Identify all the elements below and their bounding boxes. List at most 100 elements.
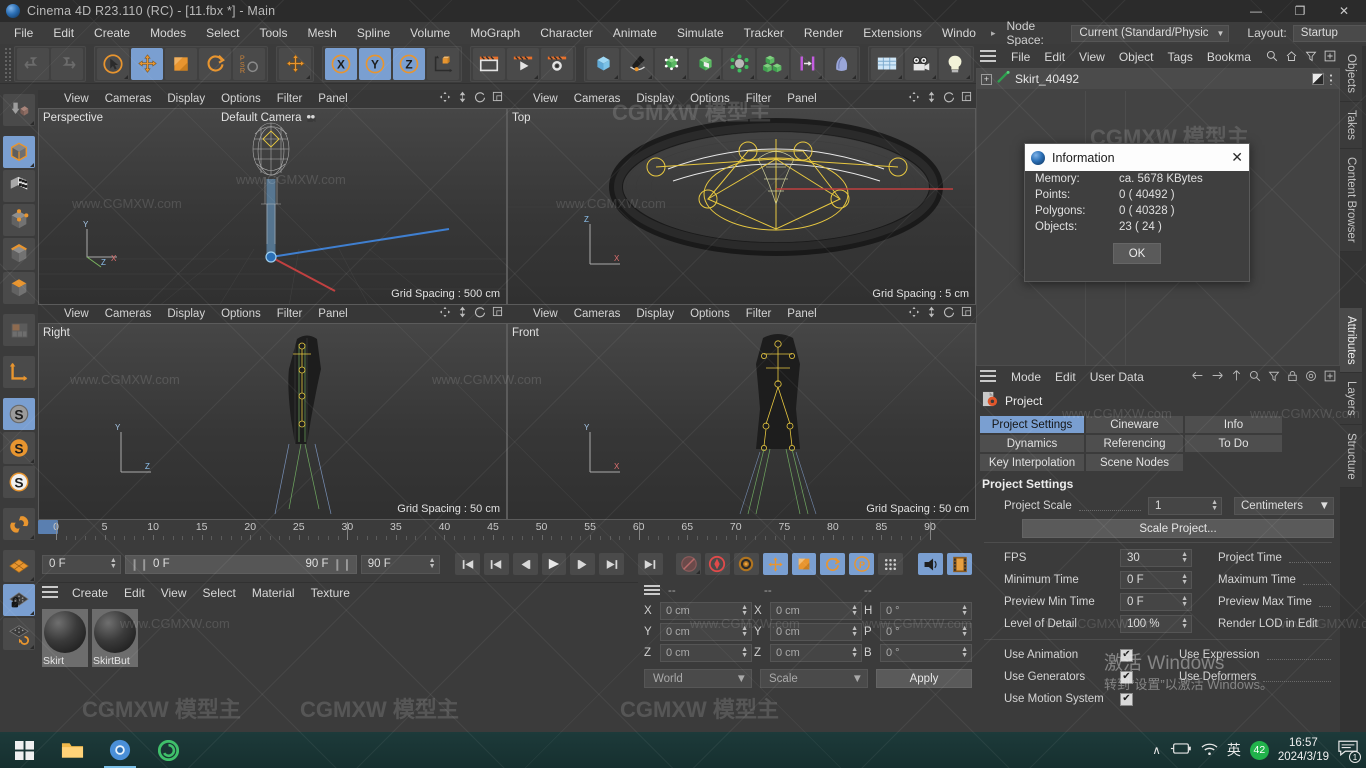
lock-x-button[interactable]: X bbox=[325, 47, 357, 80]
rotate-button[interactable] bbox=[199, 47, 231, 80]
tray-badge[interactable]: 42 bbox=[1249, 740, 1269, 760]
fps-field[interactable]: 30 ▲ ▼ bbox=[1120, 549, 1192, 567]
position-key-button[interactable] bbox=[762, 553, 788, 575]
vp-menu-panel[interactable]: Panel bbox=[310, 308, 355, 320]
hamburger-icon[interactable] bbox=[980, 370, 996, 384]
points-mode-button[interactable] bbox=[3, 204, 35, 236]
rotation-h-field[interactable]: 0 ° ▲ ▼ bbox=[880, 602, 972, 620]
scale-key-button[interactable] bbox=[791, 553, 817, 575]
workplane-align-button[interactable] bbox=[3, 618, 35, 650]
vp-menu-filter[interactable]: Filter bbox=[738, 93, 780, 105]
position-y-field[interactable]: 0 cm ▲ ▼ bbox=[660, 623, 752, 641]
vp-menu-filter[interactable]: Filter bbox=[738, 308, 780, 320]
step-back-button[interactable] bbox=[512, 553, 538, 575]
stepper-icon[interactable]: ▲ ▼ bbox=[961, 625, 968, 638]
model-mode-button[interactable] bbox=[3, 136, 35, 168]
object-menu-tags[interactable]: Tags bbox=[1161, 50, 1200, 64]
polygons-mode-button[interactable] bbox=[3, 272, 35, 304]
menu-item-select[interactable]: Select bbox=[196, 22, 249, 44]
add-deformer-button[interactable] bbox=[791, 47, 823, 80]
right-viewport[interactable]: View Cameras Display Options Filter Pane… bbox=[38, 305, 507, 520]
level-of-detail-field[interactable]: 100 % ▲ ▼ bbox=[1120, 615, 1192, 633]
render-settings-button[interactable] bbox=[541, 47, 573, 80]
parameter-key-button[interactable]: P bbox=[849, 553, 874, 575]
use-generators-checkbox[interactable]: ✔ bbox=[1120, 670, 1133, 684]
add-spline-button[interactable] bbox=[621, 47, 653, 80]
autokeying-button[interactable] bbox=[705, 553, 730, 575]
object-menu-object[interactable]: Object bbox=[1112, 50, 1161, 64]
stepper-icon[interactable]: ▲ ▼ bbox=[741, 604, 748, 617]
scale-button[interactable] bbox=[165, 47, 197, 80]
notification-icon[interactable]: 1 bbox=[1338, 740, 1361, 763]
timeline-range-bar[interactable]: ❙❙ 0 F 90 F ❙❙ bbox=[124, 554, 357, 574]
search-icon[interactable] bbox=[1249, 370, 1261, 385]
workplane-grid-button[interactable] bbox=[3, 550, 35, 582]
add-camera-button[interactable] bbox=[905, 47, 937, 80]
stepper-icon[interactable]: ▲ ▼ bbox=[851, 625, 858, 638]
viewport-camera-perspective[interactable]: Default Camera bbox=[221, 112, 317, 124]
axis-mode-button[interactable] bbox=[3, 356, 35, 388]
world-object-coord-button[interactable] bbox=[427, 47, 459, 80]
tab-key-interpolation[interactable]: Key Interpolation bbox=[980, 454, 1084, 471]
menu-item-window[interactable]: Windo bbox=[932, 22, 986, 44]
psr-button[interactable]: PSR bbox=[233, 47, 265, 80]
vp-menu-filter[interactable]: Filter bbox=[269, 93, 311, 105]
menu-item-create[interactable]: Create bbox=[84, 22, 140, 44]
size-x-field[interactable]: 0 cm ▲ ▼ bbox=[770, 602, 862, 620]
stepper-icon[interactable]: ▲ ▼ bbox=[1181, 551, 1188, 564]
material-item[interactable]: Skirt bbox=[42, 609, 88, 667]
apply-button[interactable]: Apply bbox=[876, 669, 972, 688]
vp-menu-display[interactable]: Display bbox=[159, 308, 213, 320]
material-menu-edit[interactable]: Edit bbox=[116, 586, 153, 600]
point-level-animation-button[interactable] bbox=[877, 553, 903, 575]
preview-min-time-field[interactable]: 0 F ▲ ▼ bbox=[1120, 593, 1192, 611]
tab-referencing[interactable]: Referencing bbox=[1086, 435, 1183, 452]
toolbar-drag-handle[interactable] bbox=[4, 46, 12, 81]
move-button[interactable] bbox=[131, 47, 163, 80]
vp-menu-view[interactable]: View bbox=[511, 308, 566, 320]
vp-menu-panel[interactable]: Panel bbox=[779, 93, 824, 105]
visibility-dots-icon[interactable] bbox=[1329, 73, 1333, 85]
tab-scene-nodes[interactable]: Scene Nodes bbox=[1086, 454, 1183, 471]
stepper-icon[interactable]: ▲ ▼ bbox=[851, 604, 858, 617]
coord-mode-select[interactable]: Scale ▼ bbox=[760, 669, 868, 688]
tab-dynamics[interactable]: Dynamics bbox=[980, 435, 1084, 452]
front-canvas[interactable]: Front Y X Grid Spacing: 50 cm bbox=[507, 323, 976, 520]
material-preview[interactable] bbox=[42, 609, 88, 655]
record-active-objects-button[interactable] bbox=[676, 553, 702, 575]
project-scale-unit-select[interactable]: Centimeters ▼ bbox=[1234, 497, 1334, 515]
browser-icon[interactable] bbox=[144, 732, 192, 768]
step-forward-button[interactable] bbox=[570, 553, 596, 575]
tab-info[interactable]: Info bbox=[1185, 416, 1282, 433]
add-generator-button[interactable] bbox=[655, 47, 687, 80]
edges-mode-button[interactable] bbox=[3, 238, 35, 270]
vtab-layers[interactable]: Layers bbox=[1340, 373, 1362, 425]
vtab-content-browser[interactable]: Content Browser bbox=[1340, 149, 1362, 252]
menu-item-volume[interactable]: Volume bbox=[400, 22, 460, 44]
object-menu-view[interactable]: View bbox=[1072, 50, 1112, 64]
material-menu-create[interactable]: Create bbox=[64, 586, 116, 600]
lock-z-button[interactable]: Z bbox=[393, 47, 425, 80]
menu-item-file[interactable]: File bbox=[4, 22, 43, 44]
menu-item-character[interactable]: Character bbox=[530, 22, 603, 44]
filmstrip-button[interactable] bbox=[947, 553, 973, 575]
attr-menu-edit[interactable]: Edit bbox=[1048, 370, 1083, 384]
attr-menu-userdata[interactable]: User Data bbox=[1083, 370, 1151, 384]
ok-button[interactable]: OK bbox=[1113, 243, 1161, 264]
hamburger-icon[interactable] bbox=[644, 585, 660, 597]
layout-select[interactable]: Startup ▼ bbox=[1292, 24, 1366, 42]
snap-settings-button[interactable]: S bbox=[3, 466, 35, 498]
perspective-viewport[interactable]: View Cameras Display Options Filter Pane… bbox=[38, 90, 507, 305]
front-viewport[interactable]: View Cameras Display Options Filter Pane… bbox=[507, 305, 976, 520]
menu-item-spline[interactable]: Spline bbox=[347, 22, 400, 44]
current-frame-field[interactable]: 0 F ▲ ▼ bbox=[42, 554, 121, 574]
live-selection-button[interactable] bbox=[97, 47, 129, 80]
windows-start-icon[interactable] bbox=[0, 732, 48, 768]
menu-item-render[interactable]: Render bbox=[794, 22, 853, 44]
vp-menu-options[interactable]: Options bbox=[682, 308, 738, 320]
vp-menu-display[interactable]: Display bbox=[628, 93, 682, 105]
hamburger-icon[interactable] bbox=[42, 586, 58, 600]
vp-menu-display[interactable]: Display bbox=[159, 93, 213, 105]
viewport-nav-icons[interactable] bbox=[439, 306, 503, 318]
material-menu-texture[interactable]: Texture bbox=[303, 586, 358, 600]
